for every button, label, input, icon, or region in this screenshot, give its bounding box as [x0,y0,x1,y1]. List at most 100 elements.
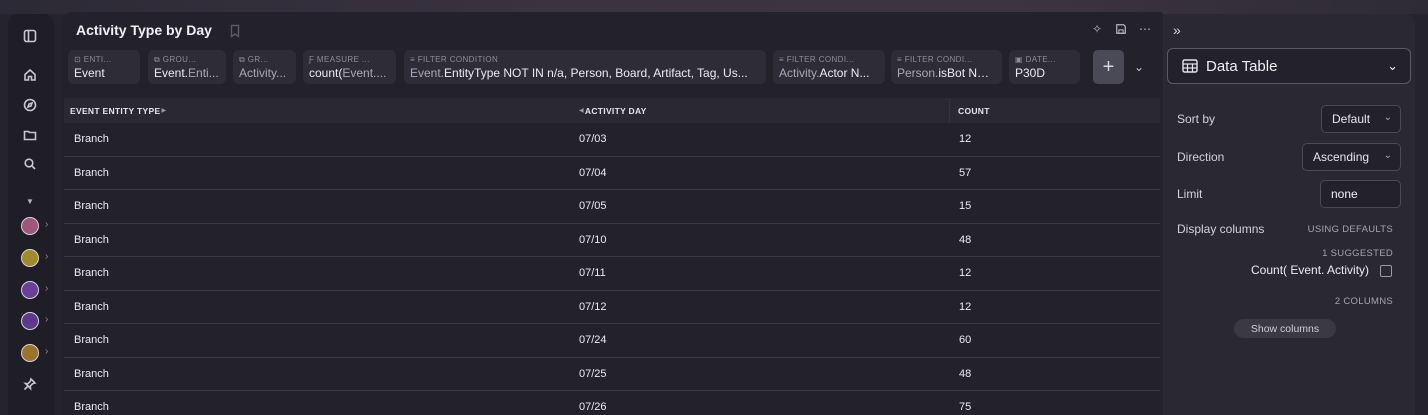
save-icon[interactable] [1114,22,1128,36]
columns-count-label: 2 COLUMNS [1334,296,1393,307]
show-columns-button[interactable]: Show columns [1234,319,1336,338]
suggested-column-checkbox[interactable] [1380,265,1392,277]
sort-by-value: Default [1332,112,1371,126]
chip-entity[interactable]: ⊡ ENTI... Event [68,50,140,84]
chip-date-range[interactable]: ▣ DATE... P30D [1009,50,1080,84]
more-icon[interactable]: ⋯ [1138,22,1152,36]
table-row[interactable]: Branch 07/03 12 [64,123,1160,157]
chip-filter-actor[interactable]: ≡ FILTER CONDI... Activity.Actor N... [773,50,885,84]
measure-icon: ƒ [309,55,317,64]
chip-value-dim: Person. [897,66,939,80]
chevron-right-icon: › [45,219,49,230]
chip-filter-isbot[interactable]: ≡ FILTER CONDI... Person.isBot NO... [891,50,1002,84]
suggested-count-label: 1 SUGGESTED [1322,248,1393,259]
visualization-type-select[interactable]: Data Table ⌄ [1167,48,1411,84]
chevron-right-icon: › [45,251,49,262]
chip-value: isBot NO... [938,66,996,80]
home-icon[interactable] [20,65,40,85]
cell-activity-day: 07/11 [579,267,606,280]
bookmark-icon[interactable] [228,24,242,38]
chip-group-activity[interactable]: ⧉ GR... Activity... [233,50,296,84]
folder-icon[interactable] [20,125,40,145]
display-columns-label: Display columns [1177,222,1265,236]
table-row[interactable]: Branch 07/04 57 [64,157,1160,190]
workspace-item[interactable]: › [21,311,55,331]
sort-left-icon: ◀ [579,108,584,114]
calendar-icon: ▣ [1015,55,1026,64]
table-row[interactable]: Branch 07/11 12 [64,257,1160,291]
chevron-down-icon: ⌄ [1387,58,1398,73]
chip-measure[interactable]: ƒ MEASURE ... count(Event.... [303,50,396,84]
search-icon[interactable] [20,154,40,174]
table-row[interactable]: Branch 07/24 60 [64,324,1160,358]
cell-entity-type: Branch [74,233,109,246]
column-header-activity-day[interactable]: ◀ ACTIVITY DAY [572,98,950,123]
cell-entity-type: Branch [74,200,109,213]
workspace-item[interactable]: › [21,248,55,268]
sidebar-toggle-icon[interactable] [20,26,40,46]
direction-select[interactable]: Ascending ⌄ [1302,143,1401,171]
chevron-down-icon: ⌄ [1383,150,1392,161]
chip-group-entity[interactable]: ⧉ GROU... Event.Enti... [148,50,226,84]
chevron-right-icon: › [45,314,49,325]
column-header-label: ACTIVITY DAY [584,105,647,116]
using-defaults-label: USING DEFAULTS [1307,224,1393,235]
cell-activity-day: 07/10 [579,233,607,246]
chip-value-dim: Event.... [342,66,387,80]
cell-count: 75 [959,401,972,414]
collapse-panel-icon[interactable]: » [1173,22,1181,38]
table-row[interactable]: Branch 07/05 15 [64,190,1160,224]
cell-count: 48 [959,367,972,380]
chip-value-dim: Activity. [779,66,820,80]
cell-count: 48 [959,233,972,246]
settings-panel: » Data Table ⌄ Sort by Default ⌄ Directi… [1163,14,1415,415]
group-icon: ⧉ [154,55,163,64]
workspace-item[interactable]: › [21,216,55,236]
column-header-count[interactable]: COUNT [950,98,1160,123]
pin-icon[interactable] [20,374,40,394]
workspace-item[interactable]: › [21,343,55,363]
cell-entity-type: Branch [74,334,109,347]
column-header-event-entity-type[interactable]: EVENT ENTITY TYPE ▶ [64,98,572,123]
chip-filter-entity-type[interactable]: ≡ FILTER CONDITION Event.EntityType NOT … [404,50,766,84]
cell-count: 12 [959,133,972,146]
header-actions: ✧ ⋯ [1090,22,1152,36]
chevron-down-icon[interactable]: ⌄ [1134,60,1144,74]
limit-input[interactable]: none [1320,180,1401,208]
column-header-label: EVENT ENTITY TYPE [70,105,161,116]
cell-activity-day: 07/04 [579,166,607,179]
table-row[interactable]: Branch 07/25 48 [64,358,1160,391]
workspace-item[interactable]: › [21,280,55,300]
chip-value-dim: Activity... [239,66,287,80]
sort-right-icon: ▶ [161,108,167,114]
chip-value-dim: Enti... [188,66,219,80]
table-icon [1182,59,1198,73]
chip-label: GR... [247,55,269,64]
cell-entity-type: Branch [74,401,109,414]
direction-label: Direction [1177,150,1225,164]
workspace-dot [21,217,39,235]
cell-entity-type: Branch [74,166,109,179]
chip-value: P30D [1015,66,1046,80]
magic-wand-icon[interactable]: ✧ [1090,22,1104,36]
cell-count: 60 [959,334,972,347]
caret-down-icon[interactable]: ▼ [20,191,40,211]
chip-label: MEASURE ... [316,55,370,64]
group-icon: ⧉ [239,55,248,64]
table-row[interactable]: Branch 07/10 48 [64,224,1160,257]
chip-label: DATE... [1025,55,1056,64]
sort-by-select[interactable]: Default ⌄ [1321,105,1401,133]
table-body: Branch 07/03 12 Branch 07/04 57 Branch 07/05 15 B… [64,123,1160,415]
chip-value: count( [309,66,343,80]
compass-icon[interactable] [20,95,40,115]
cell-activity-day: 07/24 [579,334,607,347]
chip-label: FILTER CONDITION [417,55,499,64]
table-row[interactable]: Branch 07/12 12 [64,291,1160,324]
table-row[interactable]: Branch 07/26 75 [64,391,1160,415]
filter-icon: ≡ [410,55,418,64]
cell-entity-type: Branch [74,267,109,280]
cell-entity-type: Branch [74,133,109,146]
chevron-down-icon: ⌄ [1383,112,1392,123]
add-chip-button[interactable]: + [1093,50,1124,84]
cell-activity-day: 07/26 [579,401,607,414]
